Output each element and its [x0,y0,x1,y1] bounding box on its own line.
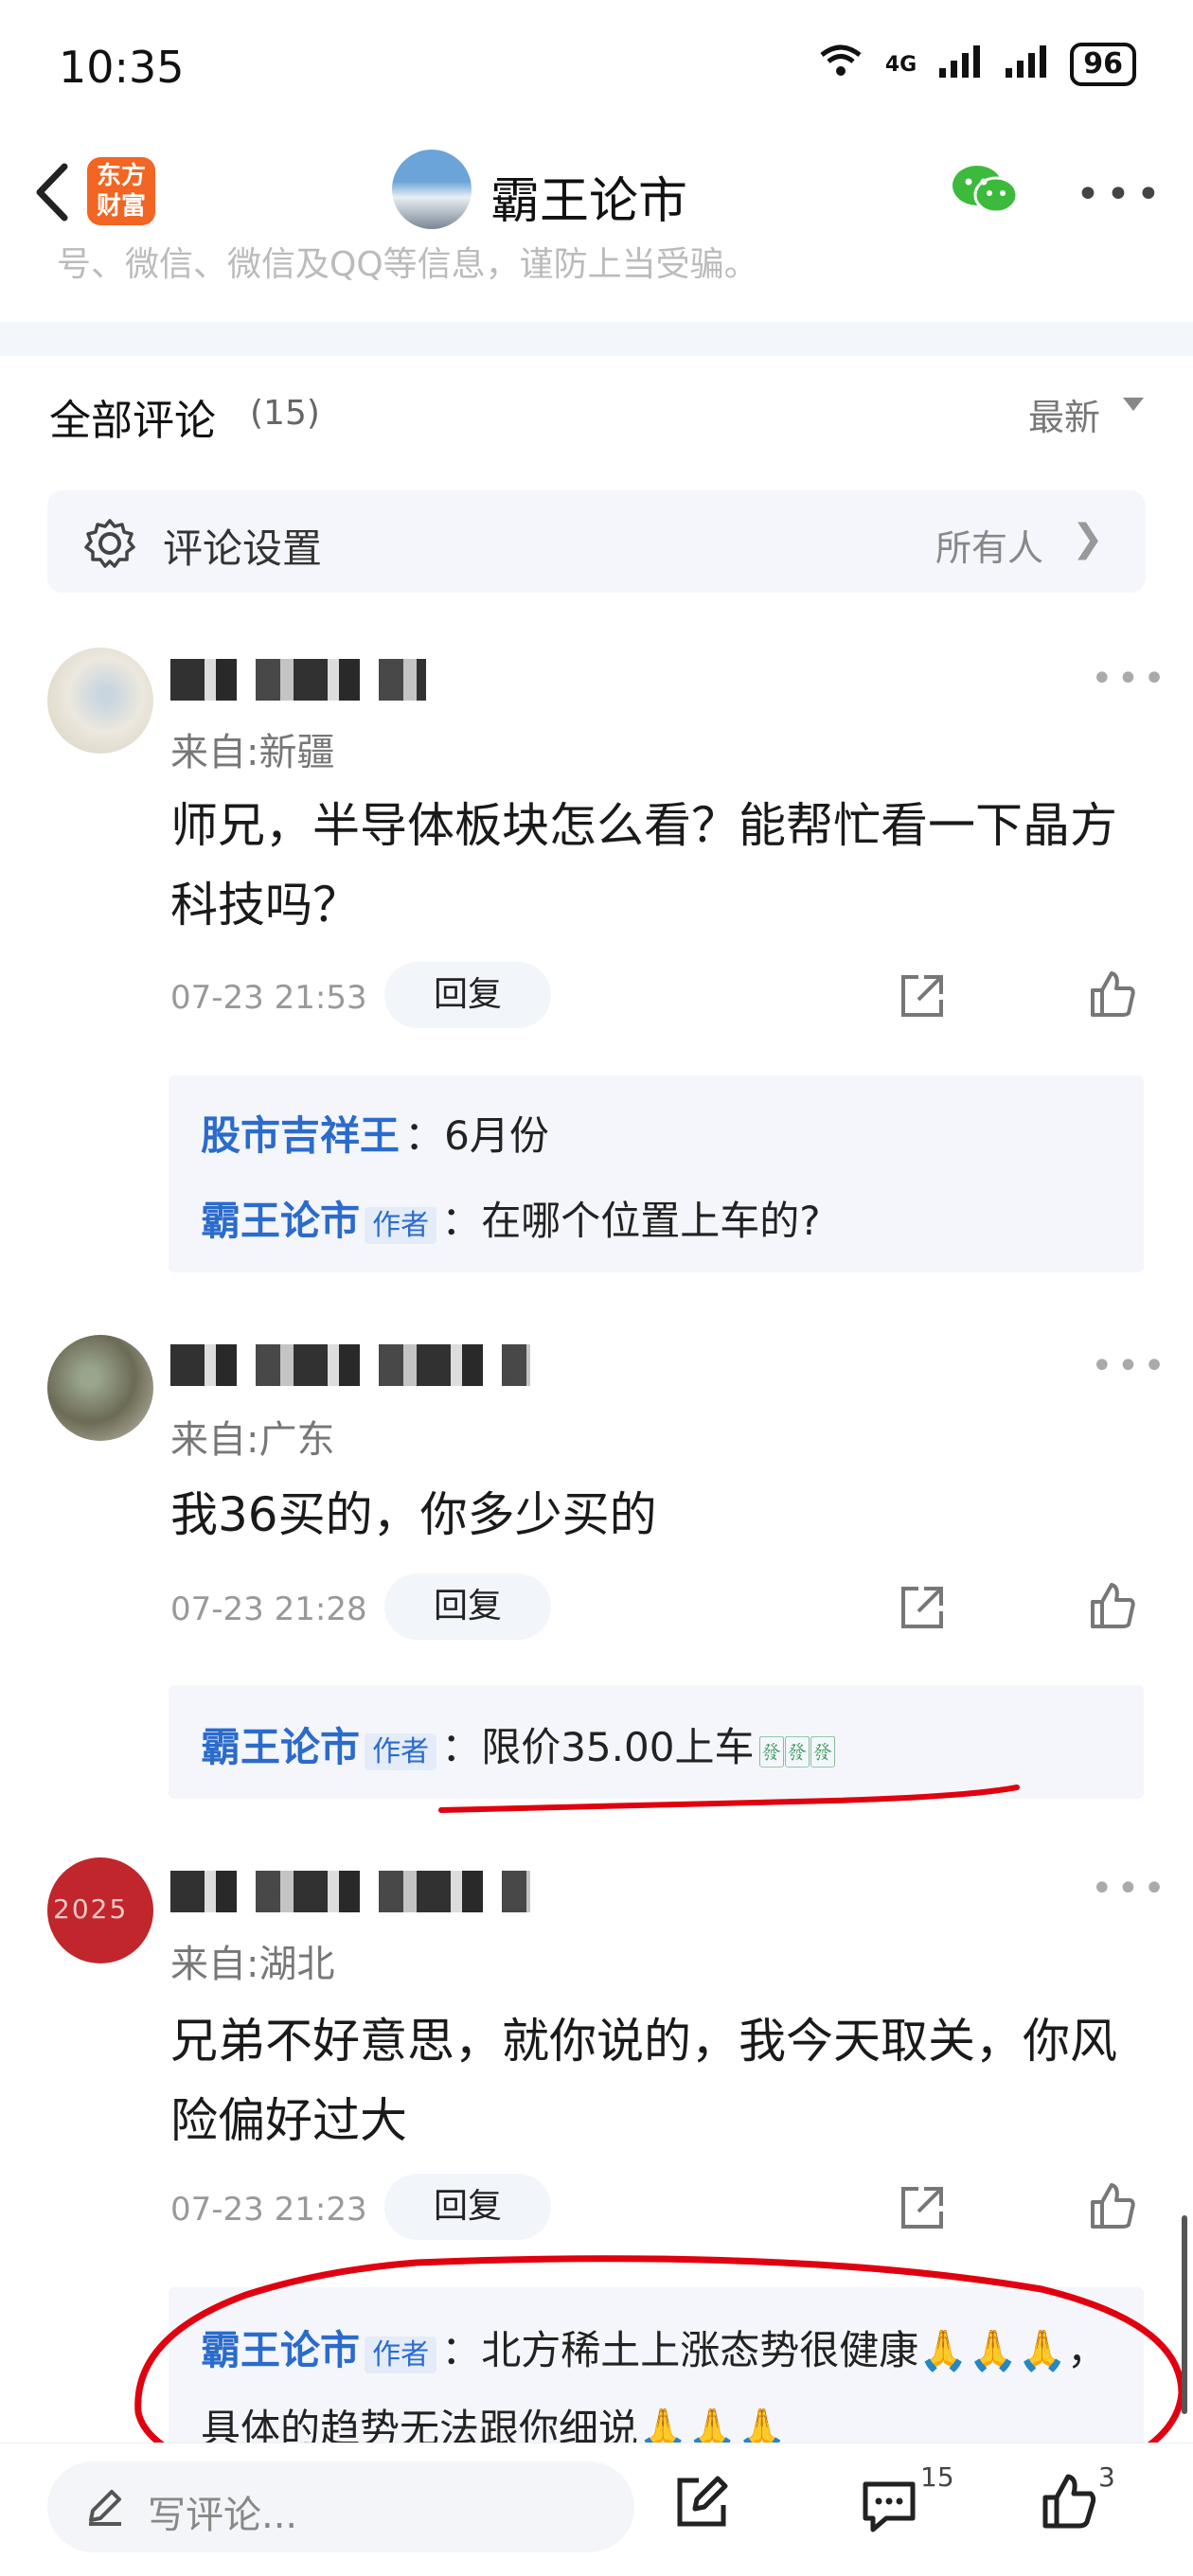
avatar-text: 2025 [53,1893,129,1925]
wechat-icon [953,166,1019,214]
comment-time: 07-23 21:53 [170,979,367,1017]
comment-more-button[interactable]: ••• [1091,1867,1169,1910]
settings-label: 评论设置 [163,525,323,572]
thumbs-up-icon[interactable] [1087,2181,1138,2232]
wifi-icon [817,42,864,87]
wechat-share-button[interactable] [951,161,1021,218]
reply-author-name[interactable]: 霸王论市 [201,1724,360,1770]
comments-count: (15) [250,394,320,433]
pencil-icon [83,2484,127,2528]
thumbs-up-icon[interactable] [1040,2473,1098,2532]
comment-location: 来自:广东 [170,1418,335,1462]
scrollbar[interactable] [1182,2215,1187,2414]
share-icon[interactable] [898,1583,947,1632]
reply-row: 股市吉祥王 ：6月份 [201,1104,549,1162]
red-underline-annotation [438,1785,1020,1813]
reply-row: 霸王论市 作者 ：在哪个位置上车的? [201,1189,821,1247]
author-badge: 作者 [365,1733,437,1770]
comment-count-badge: 15 [920,2461,954,2493]
gear-icon [81,515,138,572]
battery-indicator: 96 [1070,43,1136,86]
comment-input-placeholder[interactable]: 写评论... [148,2484,297,2539]
chevron-left-icon [36,163,68,222]
author-avatar[interactable] [392,150,472,229]
sort-dropdown[interactable]: 最新 [1028,388,1100,440]
reply-text: ：在哪个位置上车的? [441,1198,821,1244]
settings-value: 所有人 [935,527,1044,569]
network-label: 4G [884,52,917,77]
like-count-badge: 3 [1098,2461,1115,2493]
section-divider [0,322,1193,356]
comment-location: 来自:湖北 [170,1943,335,1986]
status-time: 10:35 [59,42,185,93]
username-redacted[interactable] [170,659,426,701]
reply-button[interactable]: 回复 [384,1573,551,1640]
thumbs-up-icon[interactable] [1087,969,1138,1021]
reply-button[interactable]: 回复 [384,962,551,1028]
reply-button[interactable]: 回复 [384,2174,551,2240]
username-redacted[interactable] [170,1344,530,1386]
status-icons: 4G 96 [817,42,1136,87]
comment-icon[interactable] [860,2477,918,2535]
share-icon[interactable] [898,971,947,1021]
reply-author-name[interactable]: 霸王论市 [201,1198,360,1244]
comment-location: 来自:新疆 [170,731,335,774]
comments-title: 全部评论 [49,397,216,445]
caret-down-icon[interactable] [1123,398,1144,411]
fa-tile-emoji: 🀅🀅🀅 [758,1732,836,1769]
comment-text: 兄弟不好意思，就你说的，我今天取关，你风险偏好过大 [170,2014,1117,2148]
reply-row: 霸王论市 作者 ：限价35.00上车 🀅🀅🀅 [201,1715,836,1773]
comment-input[interactable] [47,2461,634,2552]
thumbs-up-icon[interactable] [1087,1581,1138,1632]
app-logo[interactable]: 东方 财富 [87,157,155,225]
reply-text: ：6月份 [404,1112,549,1159]
comment-text: 我36买的，你多少买的 [170,1487,657,1542]
disclaimer-text-cut: 号、微信、微信及QQ等信息，谨防上当受骗。 [57,245,758,284]
signal-icon-2 [1004,42,1049,87]
more-menu-button[interactable]: ••• [1076,170,1166,219]
reply-text: ：限价35.00上车 [441,1724,755,1770]
author-badge: 作者 [365,1207,437,1244]
page-title[interactable]: 霸王论市 [490,161,687,232]
reply-author-name[interactable]: 股市吉祥王 [201,1112,400,1159]
chevron-right-icon: ❯ [1072,517,1104,560]
comment-more-button[interactable]: ••• [1091,1344,1169,1388]
avatar[interactable] [47,1335,153,1441]
signal-icon [937,42,983,87]
comment-text: 师兄，半导体板块怎么看？能帮忙看一下晶方科技吗？ [170,798,1117,933]
username-redacted[interactable] [170,1871,530,1912]
comment-time: 07-23 21:28 [170,1590,367,1628]
comment-more-button[interactable]: ••• [1091,657,1169,701]
avatar[interactable] [47,648,153,754]
comment-time: 07-23 21:23 [170,2191,367,2229]
back-button[interactable] [28,159,76,225]
edit-post-icon[interactable] [672,2473,731,2532]
share-icon[interactable] [898,2183,947,2232]
